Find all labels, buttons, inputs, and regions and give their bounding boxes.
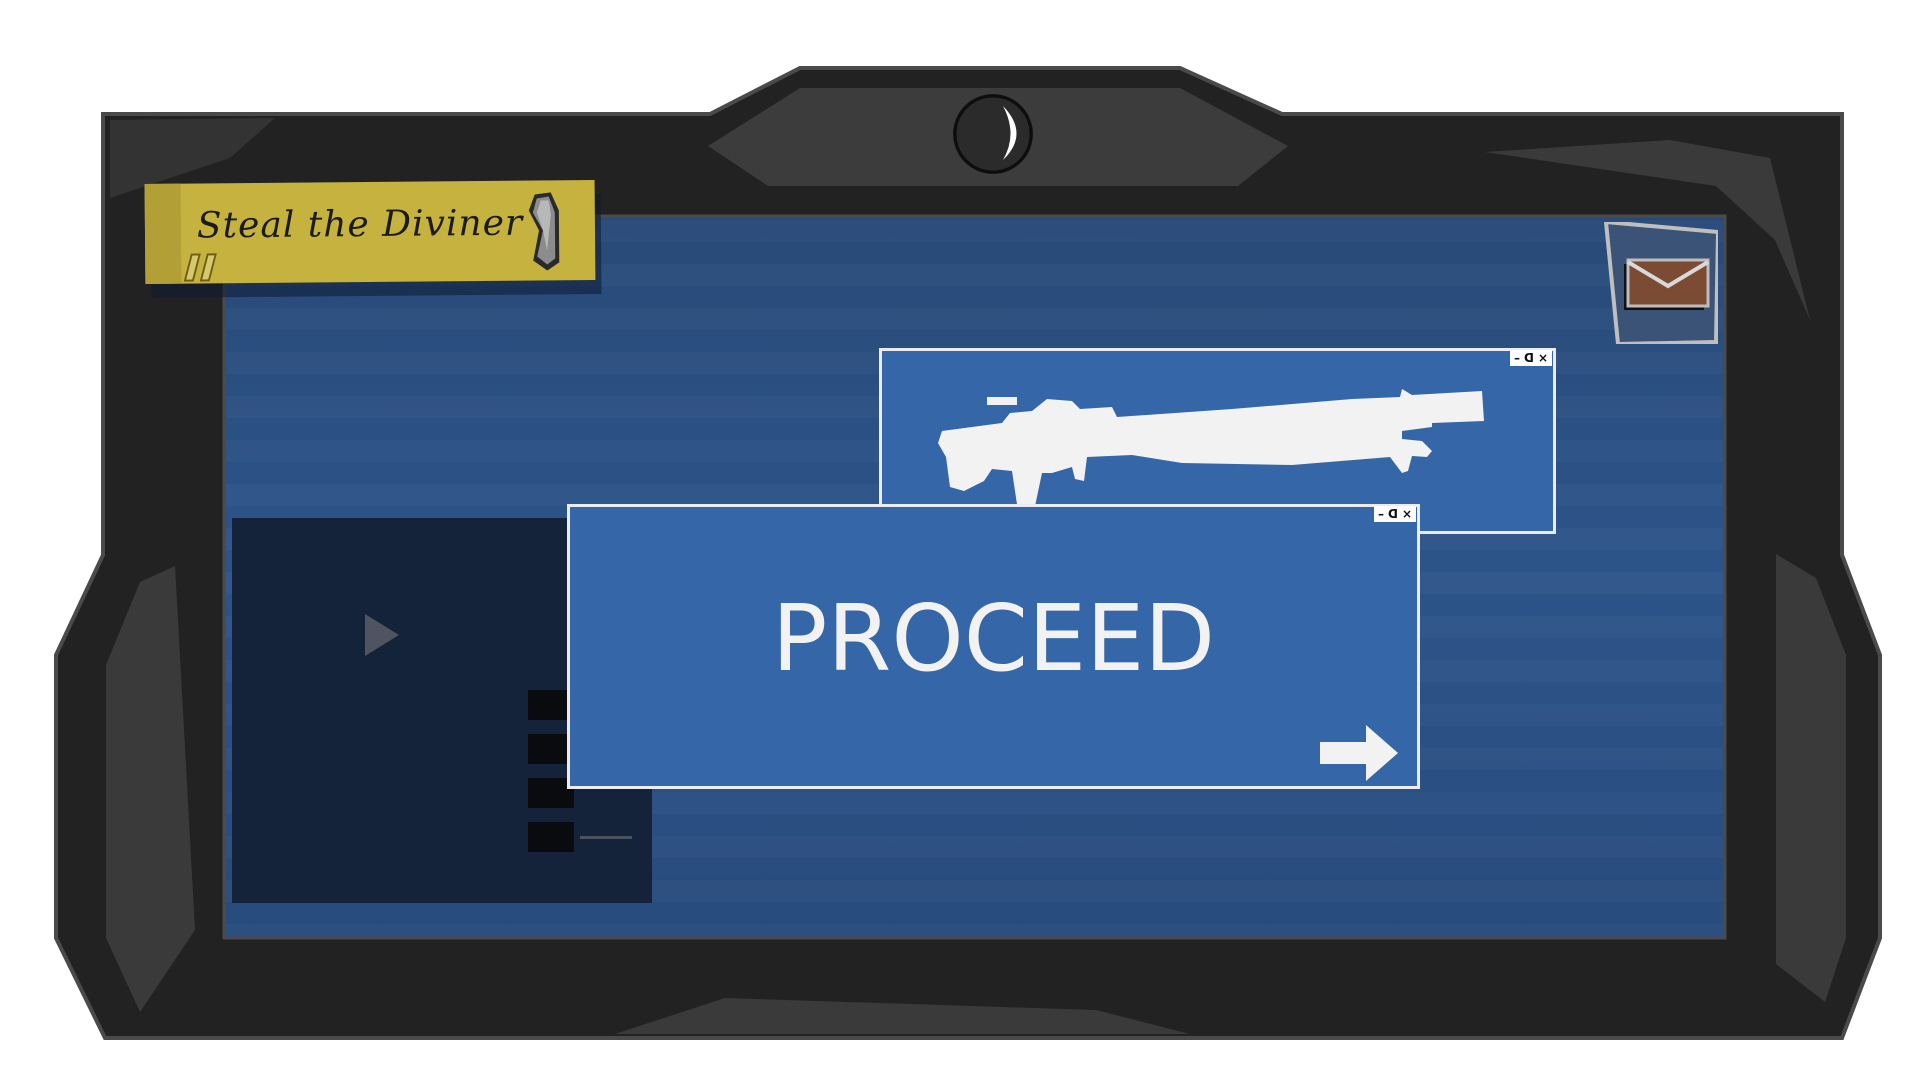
camera-icon [953,94,1033,174]
note-fold [144,183,182,284]
restore-button[interactable]: ᗡ [1388,506,1398,522]
mission-title: Steal the Diviner [196,202,524,247]
window-controls: – ᗡ × [1509,350,1552,366]
proceed-window[interactable]: – ᗡ × PROCEED [567,504,1420,789]
proceed-button[interactable]: PROCEED [570,585,1417,692]
bar-dash [580,835,632,839]
mission-note[interactable]: Steal the Diviner [144,180,596,285]
arrow-right-icon[interactable] [1320,723,1400,783]
minimize-button[interactable]: – [1378,506,1384,522]
close-button[interactable]: × [1538,350,1548,366]
mail-icon[interactable] [1604,222,1718,344]
restore-button[interactable]: ᗡ [1524,350,1534,366]
diviner-crystal-icon [528,192,560,271]
note-tabs [183,253,219,285]
play-icon[interactable] [365,614,399,656]
close-button[interactable]: × [1402,506,1412,522]
minimize-button[interactable]: – [1514,350,1520,366]
window-controls: – ᗡ × [1373,506,1416,522]
bar [528,822,574,852]
